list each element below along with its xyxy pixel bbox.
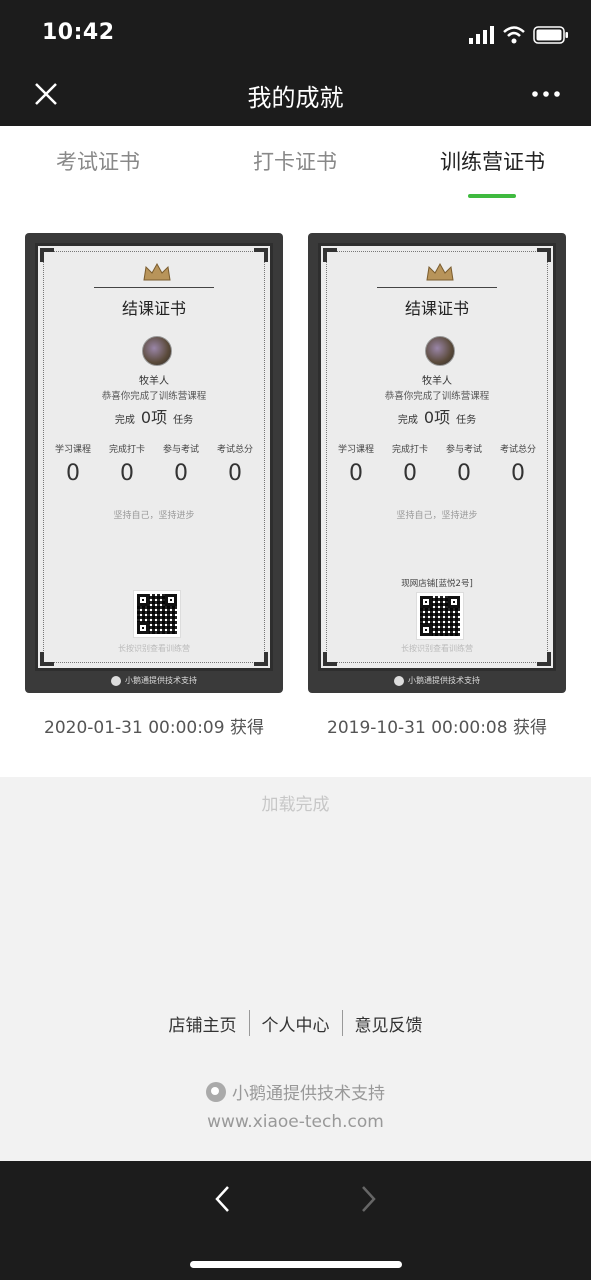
back-arrow-icon[interactable] (208, 1181, 238, 1217)
tab-bar: 考试证书 打卡证书 训练营证书 (0, 126, 591, 210)
congrats-text: 恭喜你完成了训练营课程 (384, 391, 490, 402)
congrats-text: 恭喜你完成了训练营课程 (101, 391, 207, 402)
status-time: 10:42 (42, 20, 115, 45)
title-divider (377, 287, 497, 288)
active-tab-indicator (468, 194, 516, 198)
certificate-paper: 结课证书 牧羊人 恭喜你完成了训练营课程 完成 0项 任务 学习课程 0 完成打卡 0 … (318, 243, 556, 671)
xiaoe-logo-icon (394, 675, 404, 686)
bottom-bar (0, 1161, 591, 1280)
site-url: www.xiaoe-tech.com (207, 1112, 384, 1132)
certificate-title: 结课证书 (121, 299, 186, 318)
forward-arrow-icon[interactable] (353, 1181, 383, 1217)
avatar (425, 336, 455, 366)
shop-home-link[interactable]: 店铺主页 (157, 1011, 249, 1036)
more-icon[interactable] (531, 84, 561, 104)
xiaoe-logo-icon (206, 1081, 226, 1102)
stat-courses: 学习课程 0 (337, 445, 374, 486)
powered-by: 小鹅通提供技术支持 (0, 1079, 591, 1104)
shop-name: 现网店铺[蓝悦2号] (401, 579, 473, 589)
certificate-date: 2020-01-31 00:00:09 获得 (44, 718, 264, 738)
home-indicator[interactable] (190, 1261, 402, 1268)
stat-exams: 参与考试 0 (162, 445, 199, 486)
battery-icon (533, 26, 568, 44)
stats-row: 学习课程 0 完成打卡 0 参与考试 0 考试总分 0 (321, 442, 553, 486)
motto: 坚持自己，坚持进步 (113, 511, 195, 521)
signal-icon (469, 26, 494, 44)
tab-camp-certificate[interactable]: 训练营证书 (440, 146, 545, 176)
top-bar: 10:42 我的成就 (0, 0, 591, 126)
qr-code (416, 592, 464, 640)
stats-row: 学习课程 0 完成打卡 0 参与考试 0 考试总分 0 (38, 442, 270, 486)
stat-total-score: 考试总分 0 (216, 445, 253, 486)
motto: 坚持自己，坚持进步 (396, 511, 478, 521)
footer-links: 店铺主页 个人中心 意见反馈 (0, 1010, 591, 1036)
page-title: 我的成就 (247, 84, 344, 112)
stat-checkins: 完成打卡 0 (391, 445, 428, 486)
scan-hint: 长按识别查看训练营 (118, 644, 190, 653)
completion-line: 完成 0项 任务 (397, 408, 477, 427)
title-divider (94, 287, 214, 288)
completion-line: 完成 0项 任务 (114, 408, 194, 427)
user-name: 牧羊人 (139, 376, 169, 387)
certificate-footer: 小鹅通提供技术支持 (308, 675, 566, 686)
stat-exams: 参与考试 0 (445, 445, 482, 486)
certificate-date: 2019-10-31 00:00:08 获得 (327, 718, 547, 738)
avatar (142, 336, 172, 366)
certificate-title: 结课证书 (404, 299, 469, 318)
wifi-icon (503, 26, 525, 44)
load-status: 加载完成 (261, 795, 330, 815)
user-name: 牧羊人 (422, 376, 452, 387)
certificate-list: 结课证书 牧羊人 恭喜你完成了训练营课程 完成 0项 任务 学习课程 0 完成打卡 0 … (0, 210, 591, 777)
certificate-card[interactable]: 结课证书 牧羊人 恭喜你完成了训练营课程 完成 0项 任务 学习课程 0 完成打卡 0 … (25, 233, 283, 693)
certificate-paper: 结课证书 牧羊人 恭喜你完成了训练营课程 完成 0项 任务 学习课程 0 完成打卡 0 … (35, 243, 273, 671)
stat-total-score: 考试总分 0 (499, 445, 536, 486)
stat-checkins: 完成打卡 0 (108, 445, 145, 486)
certificate-card[interactable]: 结课证书 牧羊人 恭喜你完成了训练营课程 完成 0项 任务 学习课程 0 完成打卡 0 … (308, 233, 566, 693)
personal-center-link[interactable]: 个人中心 (250, 1011, 342, 1036)
tab-checkin-certificate[interactable]: 打卡证书 (253, 146, 337, 176)
tab-exam-certificate[interactable]: 考试证书 (56, 146, 140, 176)
xiaoe-logo-icon (111, 675, 121, 686)
feedback-link[interactable]: 意见反馈 (343, 1011, 435, 1036)
certificate-footer: 小鹅通提供技术支持 (25, 675, 283, 686)
crown-icon (426, 262, 454, 281)
status-icons (469, 24, 569, 46)
completion-count: 0项 (423, 408, 451, 427)
stat-courses: 学习课程 0 (54, 445, 91, 486)
completion-count: 0项 (140, 408, 168, 427)
qr-code (133, 590, 181, 638)
scan-hint: 长按识别查看训练营 (401, 644, 473, 653)
crown-icon (143, 262, 171, 281)
